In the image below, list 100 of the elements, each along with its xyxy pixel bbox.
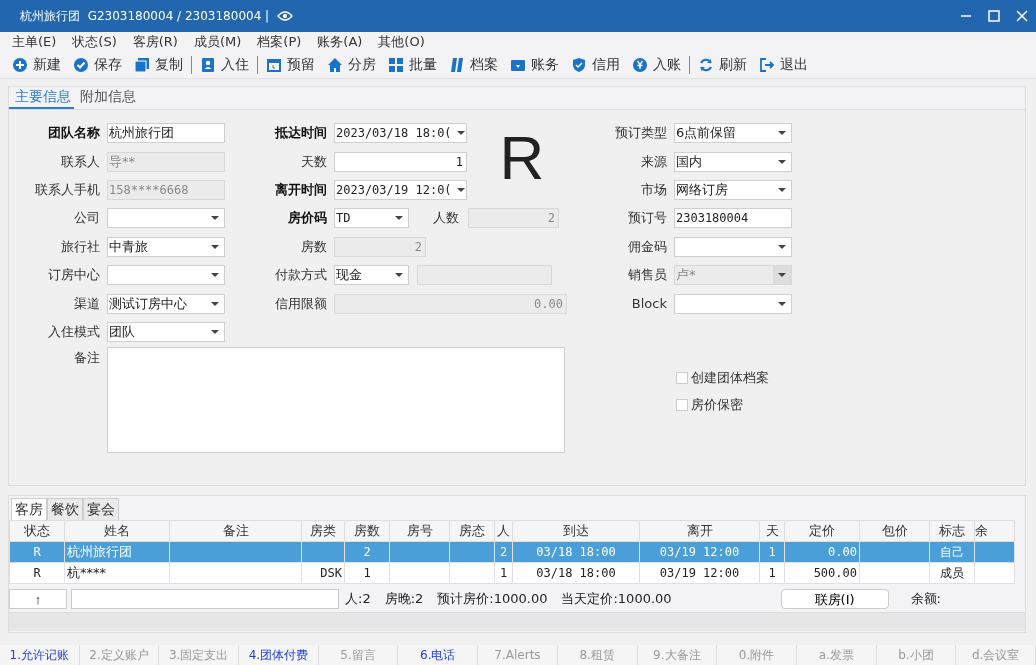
- toolbar-button[interactable]: 保存: [67, 56, 128, 74]
- caret-icon: [395, 273, 403, 278]
- dropdown-field: 卢*: [674, 265, 792, 286]
- dropdown-field[interactable]: 2023/03/19 12:0(: [334, 179, 467, 200]
- status-letter: R: [498, 122, 546, 187]
- field-label: 付款方式: [274, 266, 328, 285]
- up-button[interactable]: ↑: [9, 589, 67, 609]
- caret-icon: [456, 187, 465, 192]
- column-header: 到达: [512, 520, 640, 542]
- tab[interactable]: 主要信息: [9, 87, 74, 109]
- toolbar-button[interactable]: 入账: [626, 56, 687, 74]
- menu-item[interactable]: 成员(M): [185, 33, 250, 51]
- horizontal-scrollbar[interactable]: [9, 612, 1025, 631]
- maximize-icon[interactable]: [985, 8, 1003, 24]
- table-cell: [859, 562, 930, 584]
- column-header: 标志: [929, 520, 975, 542]
- caret-icon: [211, 216, 219, 221]
- toolbar-button[interactable]: 档案: [443, 56, 504, 74]
- toolbar-button[interactable]: 预留: [260, 56, 321, 74]
- table-cell: 成员: [929, 562, 975, 584]
- toolbar-button[interactable]: 新建: [6, 56, 67, 74]
- tab[interactable]: 客房: [11, 498, 47, 520]
- tab[interactable]: 宴会: [83, 498, 119, 520]
- caret-icon: [395, 216, 403, 221]
- field-label: 信用限额: [274, 294, 328, 313]
- coin-icon: [632, 57, 648, 73]
- person-card-icon: [200, 57, 216, 73]
- field-label: 预订类型: [614, 124, 668, 143]
- function-button[interactable]: 6.电话: [398, 645, 479, 665]
- dropdown-field[interactable]: [107, 208, 225, 229]
- field-label: 团队名称: [47, 124, 101, 143]
- toolbar-button[interactable]: 批量: [382, 56, 443, 74]
- checkbox[interactable]: 创建团体档案: [676, 369, 769, 388]
- field-label: 备注: [73, 349, 101, 368]
- input-field: 导**: [107, 151, 225, 172]
- field-label: Block: [630, 296, 668, 312]
- function-button[interactable]: 1.允许记账: [0, 645, 80, 665]
- tab[interactable]: 餐饮: [47, 498, 83, 520]
- field-label: 天数: [300, 152, 328, 171]
- copy-icon: [134, 57, 150, 73]
- remarks-field[interactable]: [107, 347, 565, 454]
- menu-item[interactable]: 档案(P): [249, 33, 310, 51]
- field-label: 入住模式: [47, 322, 101, 341]
- caret-icon: [778, 273, 786, 278]
- dropdown-field[interactable]: [674, 236, 792, 257]
- column-header: 定价: [784, 520, 860, 542]
- input-field: 158****6668: [107, 179, 225, 200]
- toolbar-button[interactable]: 信用: [565, 56, 626, 74]
- caret-icon: [211, 244, 219, 249]
- toolbar-button[interactable]: 退出: [753, 56, 814, 74]
- input-field[interactable]: [71, 589, 339, 609]
- dropdown-field[interactable]: 中青旅: [107, 236, 225, 257]
- menu-item[interactable]: 主单(E): [4, 33, 65, 51]
- toolbar-button[interactable]: 账务: [504, 56, 565, 74]
- checkbox[interactable]: 房价保密: [676, 396, 769, 415]
- toolbar-button[interactable]: 分房: [321, 56, 382, 74]
- field-label: 人数: [432, 209, 460, 228]
- menu-item[interactable]: 其他(O): [370, 33, 433, 51]
- menu-item[interactable]: 客房(R): [124, 33, 186, 51]
- dropdown-field[interactable]: 测试订房中心: [107, 293, 225, 314]
- column-header: 姓名: [64, 520, 170, 542]
- toolbar-button[interactable]: 复制: [128, 56, 189, 74]
- shield-icon: [571, 57, 587, 73]
- table-cell: R: [9, 541, 65, 563]
- summary-text: 人:2: [345, 590, 371, 608]
- input-field: 0.00: [334, 293, 567, 314]
- dropdown-field[interactable]: 团队: [107, 321, 225, 342]
- plus-icon: [12, 57, 28, 73]
- toolbar-button[interactable]: 入住: [194, 56, 255, 74]
- tab[interactable]: 附加信息: [74, 87, 139, 109]
- dropdown-field[interactable]: 现金: [334, 265, 409, 286]
- dropdown-field[interactable]: 网络订房: [674, 179, 792, 200]
- field-label: 公司: [73, 209, 101, 228]
- dropdown-field[interactable]: [107, 265, 225, 286]
- table-cell: [974, 562, 1015, 584]
- menu-item[interactable]: 账务(A): [309, 33, 371, 51]
- table-cell: [389, 562, 450, 584]
- dropdown-field[interactable]: 国内: [674, 151, 792, 172]
- dropdown-field[interactable]: [674, 293, 792, 314]
- link-rooms-button[interactable]: 联房(I): [780, 589, 889, 609]
- house-icon: [327, 57, 343, 73]
- column-header: 天: [759, 520, 785, 542]
- summary-text: 当天定价:1000.00: [561, 590, 672, 608]
- wallet-icon: [510, 57, 526, 73]
- field-label: 旅行社: [60, 237, 101, 256]
- input-field[interactable]: 杭州旅行团: [107, 123, 225, 144]
- dropdown-field[interactable]: 6点前保留: [674, 123, 792, 144]
- summary-text: 预计房价:1000.00: [437, 590, 548, 608]
- table-cell: 03/18 18:00: [512, 562, 640, 584]
- window-title: 杭州旅行团 G2303180004 / 2303180004 |: [20, 7, 270, 25]
- input-field[interactable]: 1: [334, 151, 467, 172]
- input-field[interactable]: 2303180004: [674, 208, 792, 229]
- dropdown-field[interactable]: TD: [334, 208, 409, 229]
- field-label: 渠道: [73, 294, 101, 313]
- close-icon[interactable]: [1013, 8, 1031, 24]
- dropdown-field[interactable]: 2023/03/18 18:0(: [334, 123, 467, 144]
- column-header: 离开: [639, 520, 760, 542]
- function-button[interactable]: 4.团体付费: [239, 645, 319, 665]
- menu-item[interactable]: 状态(S): [64, 33, 125, 51]
- toolbar-button[interactable]: 刷新: [692, 56, 753, 74]
